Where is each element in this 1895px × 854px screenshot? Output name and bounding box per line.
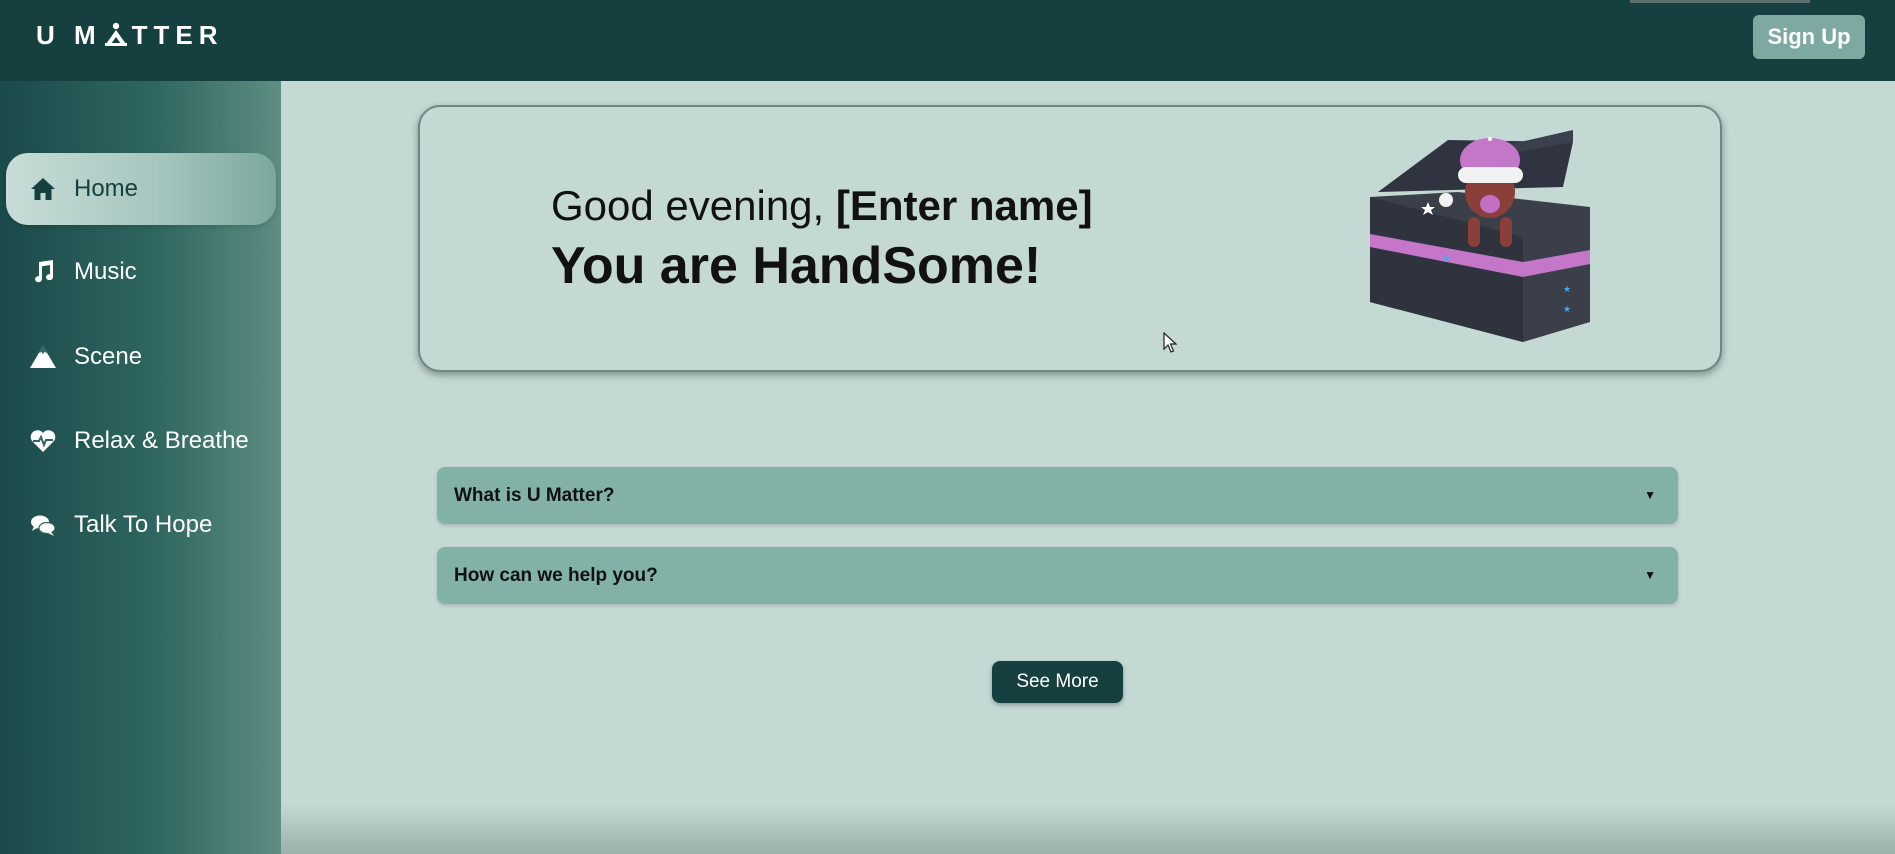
compliment-text: You are HandSome! (551, 237, 1042, 295)
app-logo[interactable]: U M TTER (36, 20, 224, 50)
heartbeat-icon (28, 426, 58, 456)
top-bar: U M TTER Sign Up (0, 0, 1895, 81)
sidebar-item-scene[interactable]: Scene (6, 321, 276, 393)
logo-text-right: TTER (131, 19, 224, 50)
greeting-prefix: Good evening, (551, 182, 836, 229)
greeting-name: [Enter name] (835, 182, 1093, 229)
chat-bubbles-icon (28, 510, 58, 540)
sidebar-item-label: Talk To Hope (74, 511, 213, 538)
sign-up-button[interactable]: Sign Up (1753, 15, 1865, 59)
svg-text:★: ★ (1563, 305, 1571, 315)
sidebar-item-label: Music (74, 258, 137, 285)
sidebar-item-label: Relax & Breathe (74, 427, 249, 454)
meditation-logo-icon (103, 22, 129, 48)
mountain-icon (28, 342, 58, 372)
window-edge (1630, 0, 1810, 3)
svg-text:★: ★ (1442, 254, 1451, 265)
sidebar-item-talk-to-hope[interactable]: Talk To Hope (6, 489, 276, 561)
mouse-cursor-icon (1163, 332, 1178, 353)
sidebar-item-home[interactable]: Home (6, 153, 276, 225)
character-in-box-illustration: ★ ★ ★ (1370, 130, 1590, 342)
caret-down-icon: ▼ (1644, 488, 1656, 502)
bottom-fade (281, 804, 1895, 854)
see-more-button[interactable]: See More (992, 661, 1123, 703)
faq-question: What is U Matter? (454, 484, 615, 506)
faq-item-how-can-we-help[interactable]: How can we help you? ▼ (437, 547, 1678, 604)
sidebar-item-relax-breathe[interactable]: Relax & Breathe (6, 405, 276, 477)
sidebar-item-music[interactable]: Music (6, 236, 276, 308)
logo-text-left: U M (36, 19, 102, 50)
music-note-icon (28, 257, 58, 287)
faq-item-what-is-u-matter[interactable]: What is U Matter? ▼ (437, 467, 1678, 524)
sidebar-item-label: Scene (74, 343, 143, 370)
greeting-text: Good evening, [Enter name] (551, 182, 1093, 230)
sidebar: Home Music Scene Relax & Breathe Talk To… (0, 81, 281, 854)
faq-question: How can we help you? (454, 564, 658, 586)
home-icon (28, 174, 58, 204)
sidebar-item-label: Home (74, 175, 139, 202)
svg-text:★: ★ (1563, 285, 1571, 295)
caret-down-icon: ▼ (1644, 568, 1656, 582)
